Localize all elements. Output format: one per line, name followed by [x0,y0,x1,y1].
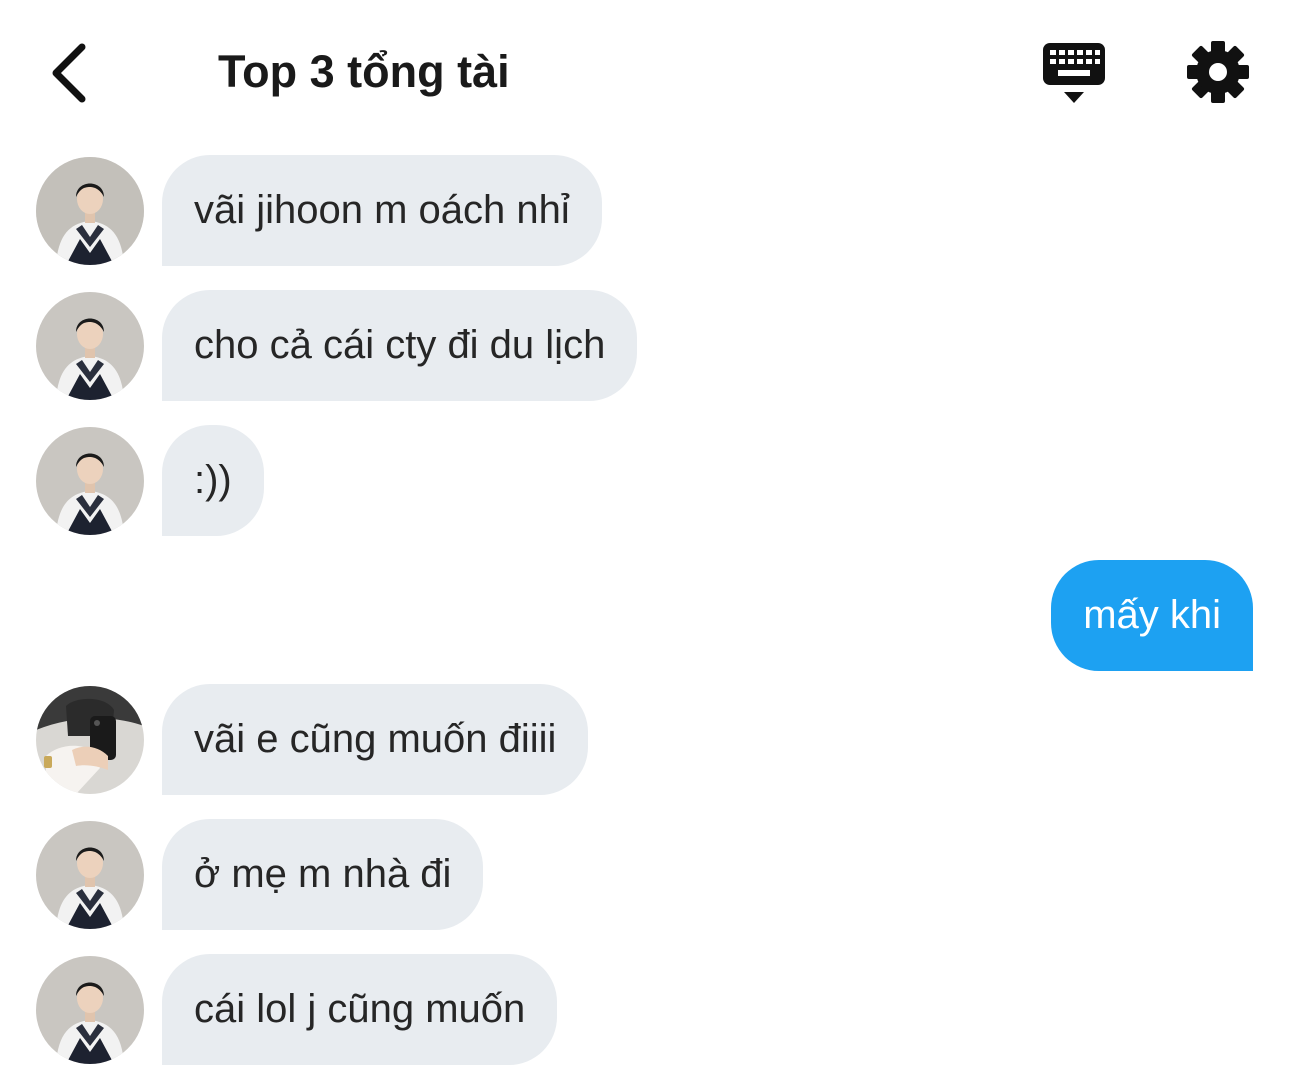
incoming-message-bubble[interactable]: ở mẹ m nhà đi [162,819,484,930]
outgoing-message-bubble[interactable]: mấy khi [1051,560,1253,671]
incoming-message-bubble[interactable]: cho cả cái cty đi du lịch [162,290,638,401]
message-list: vãi jihoon m oách nhỉ cho cả cái cty đi … [0,0,1290,1083]
avatar-user-a[interactable] [36,427,144,535]
message-row: cho cả cái cty đi du lịch [0,290,1290,402]
avatar-user-a[interactable] [36,292,144,400]
avatar-user-a[interactable] [36,821,144,929]
incoming-message-bubble[interactable]: vãi e cũng muốn điiii [162,684,589,795]
message-row: ở mẹ m nhà đi [0,819,1290,931]
message-row: vãi jihoon m oách nhỉ [0,155,1290,267]
avatar-user-a[interactable] [36,956,144,1064]
message-row: mấy khi [0,560,1290,672]
avatar-user-b[interactable] [36,686,144,794]
incoming-message-bubble[interactable]: :)) [162,425,264,536]
message-row: cái lol j cũng muốn [0,954,1290,1066]
avatar-user-a[interactable] [36,157,144,265]
message-row: :)) [0,425,1290,537]
incoming-message-bubble[interactable]: cái lol j cũng muốn [162,954,558,1065]
message-row: vãi e cũng muốn điiii [0,684,1290,796]
incoming-message-bubble[interactable]: vãi jihoon m oách nhỉ [162,155,602,266]
